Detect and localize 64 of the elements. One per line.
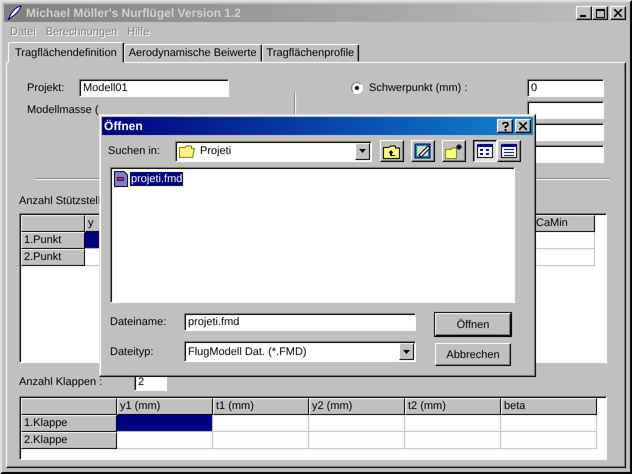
file-item[interactable]: projeti.fmd: [130, 172, 184, 186]
close-button[interactable]: [515, 119, 531, 133]
help-button[interactable]: [497, 119, 513, 133]
tab[interactable]: Tragflächendefinition: [8, 42, 124, 63]
table-cell[interactable]: [501, 415, 597, 432]
table-cell[interactable]: [213, 432, 309, 449]
table-cell[interactable]: [405, 415, 501, 432]
table-cell[interactable]: [405, 432, 501, 449]
new-folder-button[interactable]: [442, 140, 466, 162]
table-cell[interactable]: [213, 415, 309, 432]
tab[interactable]: Aerodynamische Beiwerte: [124, 44, 262, 62]
window-title: Michael Möller's Nurflügel Version 1.2: [26, 6, 241, 20]
help-icon: [502, 122, 508, 130]
column-header: t2 (mm): [405, 398, 501, 415]
support-points-label: Anzahl Stützstell: [19, 195, 102, 207]
input-field[interactable]: [527, 101, 604, 119]
column-header: CaMin: [533, 215, 595, 232]
dialog-button[interactable]: Öffnen: [435, 313, 511, 336]
list-view-button[interactable]: [473, 140, 497, 162]
option-label: Schwerpunkt (mm) :: [369, 82, 468, 94]
row-header: 1.Klappe: [21, 415, 117, 432]
mass-label: Modellmasse (: [27, 104, 99, 116]
column-header: beta: [501, 398, 597, 415]
up-folder-button[interactable]: [380, 140, 404, 162]
option-field[interactable]: 0: [527, 79, 604, 97]
table-cell[interactable]: [533, 232, 595, 249]
desktop-button[interactable]: [411, 140, 435, 162]
dialog-title: Öffnen: [104, 119, 143, 133]
filename-label: Dateiname:: [110, 316, 168, 328]
table-cell[interactable]: [117, 432, 213, 449]
column-header: y1 (mm): [117, 398, 213, 415]
close-icon: [614, 9, 622, 17]
row-header: 1.Punkt: [21, 232, 85, 249]
feather-icon: [6, 5, 22, 21]
project-label: Projekt:: [27, 82, 66, 94]
close-icon: [519, 122, 527, 130]
maximize-icon: [596, 8, 604, 18]
close-button[interactable]: [610, 6, 626, 20]
dialog-button[interactable]: Abbrechen: [435, 343, 511, 366]
table-cell[interactable]: [501, 432, 597, 449]
table-cell[interactable]: [309, 415, 405, 432]
table-cell[interactable]: [309, 432, 405, 449]
table-cell[interactable]: [117, 415, 213, 432]
details-view-button[interactable]: [497, 140, 521, 162]
flaps-label: Anzahl Klappen :: [19, 376, 104, 388]
row-header: 2.Klappe: [21, 432, 117, 449]
table-cell[interactable]: [533, 249, 595, 266]
minimize-button[interactable]: [576, 6, 592, 20]
row-header: 2.Punkt: [21, 249, 85, 266]
filename-field[interactable]: projeti.fmd: [184, 313, 416, 331]
look-in-value: Projeti: [200, 145, 232, 157]
maximize-button[interactable]: [592, 6, 608, 20]
column-header: t1 (mm): [213, 398, 309, 415]
filetype-label: Dateityp:: [110, 346, 154, 358]
file-icon: [114, 171, 128, 187]
tab[interactable]: Tragflächenprofile: [262, 44, 360, 62]
radio-button[interactable]: [351, 82, 363, 94]
filetype-value: FlugModell Dat. (*.FMD): [188, 346, 307, 358]
filetype-dropdown[interactable]: FlugModell Dat. (*.FMD): [184, 341, 416, 362]
look-in-label: Suchen in:: [108, 145, 161, 157]
folder-icon: [179, 144, 196, 158]
look-in-dropdown[interactable]: Projeti: [175, 140, 372, 162]
project-field[interactable]: Modell01: [79, 79, 229, 97]
column-header: y2 (mm): [309, 398, 405, 415]
